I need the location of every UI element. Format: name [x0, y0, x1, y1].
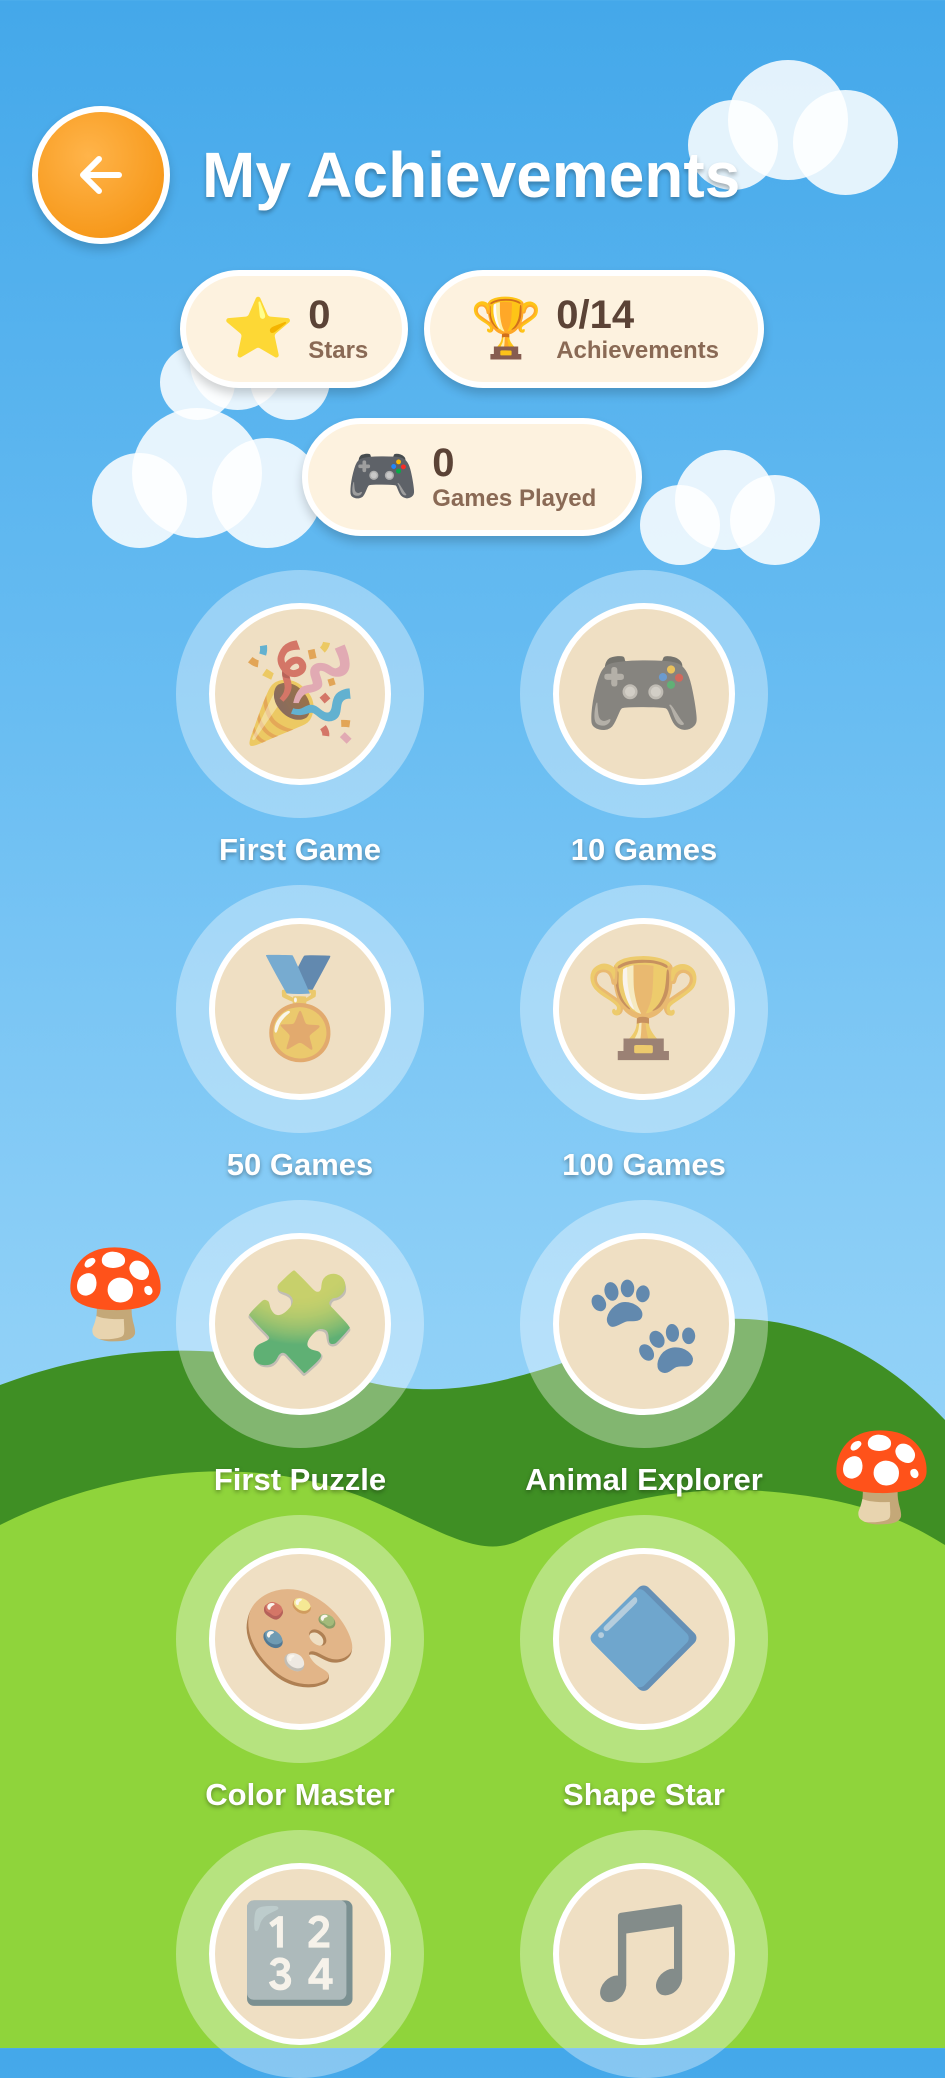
achievements-screen: 🍄 🍄 My Achievements ⭐ 0 Stars 🏆 0/14 Ach…: [0, 0, 945, 2078]
games-played-value: 0: [432, 441, 455, 485]
paw-prints-icon: 🐾: [584, 1270, 704, 1377]
games-played-stat: 🎮 0 Games Played: [302, 418, 642, 536]
achievement-name: 50 Games: [226, 1147, 374, 1182]
page-title: My Achievements: [202, 139, 741, 211]
palette-icon: 🎨: [240, 1585, 360, 1692]
party-popper-icon: 🎉: [240, 640, 360, 747]
game-controller-icon: 🎮: [346, 444, 419, 509]
puzzle-piece-icon: 🧩: [240, 1270, 360, 1377]
numbers-icon: 🔢: [240, 1900, 360, 2007]
achievements-value: 0/14: [556, 293, 635, 337]
stars-stat: ⭐ 0 Stars: [180, 270, 408, 388]
achievement-name: First Puzzle: [213, 1462, 387, 1497]
achievement-name: Animal Explorer: [525, 1462, 763, 1497]
stars-value: 0: [308, 293, 331, 337]
star-icon: ⭐: [222, 296, 295, 361]
achievement-name: Color Master: [205, 1777, 395, 1812]
back-button[interactable]: [32, 106, 170, 244]
stars-label: Stars: [308, 337, 369, 364]
mushroom-decoration: 🍄: [62, 1247, 170, 1343]
mushroom-decoration: 🍄: [828, 1430, 936, 1526]
arrow-left-icon: [80, 156, 122, 194]
game-controller-icon: 🎮: [584, 640, 704, 747]
games-played-label: Games Played: [432, 485, 597, 512]
music-note-icon: 🎵: [584, 1900, 704, 2007]
trophy-icon: 🏆: [470, 296, 543, 361]
medal-icon: 🏅: [240, 955, 360, 1062]
achievement-name: Shape Star: [563, 1777, 725, 1812]
achievement-name: 10 Games: [570, 832, 718, 867]
achievement-name: First Game: [219, 832, 381, 867]
achievements-stat: 🏆 0/14 Achievements: [424, 270, 764, 388]
trophy-icon: 🏆: [584, 955, 704, 1062]
diamond-icon: 🔷: [584, 1585, 704, 1692]
achievement-name: 100 Games: [562, 1147, 726, 1182]
achievements-label: Achievements: [556, 337, 719, 364]
